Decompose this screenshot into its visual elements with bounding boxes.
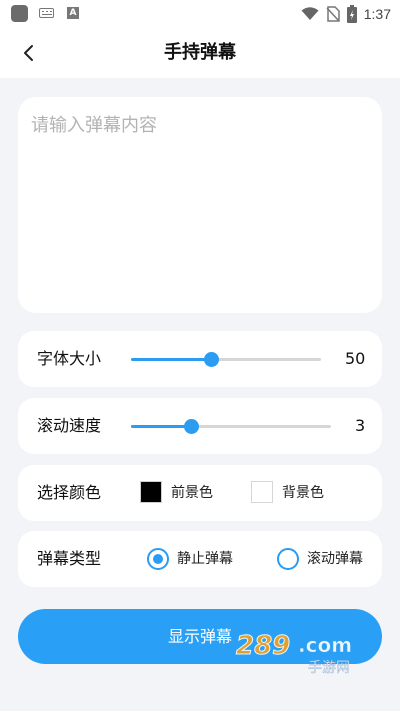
font-size-slider[interactable] [131, 352, 321, 367]
message-input-card [18, 97, 382, 313]
font-size-slider-fill [131, 358, 211, 361]
font-icon: A [67, 7, 79, 19]
keyboard-icon [39, 8, 54, 18]
nav-bar: 手持弹幕 [0, 28, 400, 78]
font-size-label: 字体大小 [37, 349, 102, 368]
message-input[interactable] [18, 97, 382, 313]
scroll-speed-label: 滚动速度 [37, 416, 102, 435]
site-watermark-logo: 289 .com 手游网 [236, 631, 353, 677]
battery-charging-icon [346, 5, 357, 23]
font-size-value: 50 [345, 349, 366, 368]
background-color-label[interactable]: 背景色 [282, 465, 324, 521]
scroll-speed-slider[interactable] [131, 419, 331, 434]
color-row: 选择颜色 前景色 背景色 [18, 465, 382, 521]
page-title: 手持弹幕 [164, 42, 236, 63]
wifi-icon [301, 7, 319, 20]
svg-text:.com: .com [298, 633, 352, 657]
foreground-color-swatch[interactable] [140, 481, 162, 503]
scroll-speed-slider-fill [131, 425, 191, 428]
status-bar: A 1:37 [0, 0, 400, 28]
status-icons: 1:37 [301, 3, 391, 25]
barrage-type-label: 弹幕类型 [37, 549, 102, 568]
background-color-swatch[interactable] [251, 481, 273, 503]
color-label: 选择颜色 [37, 483, 102, 502]
no-sim-icon [326, 6, 340, 22]
status-time: 1:37 [363, 6, 391, 22]
radio-selected-dot [153, 554, 163, 564]
scroll-speed-row: 滚动速度 3 [18, 398, 382, 454]
static-barrage-label[interactable]: 静止弹幕 [177, 531, 233, 587]
font-size-slider-thumb[interactable] [203, 352, 219, 367]
foreground-color-label[interactable]: 前景色 [171, 465, 213, 521]
scrolling-barrage-radio[interactable] [277, 548, 299, 570]
scrolling-barrage-label[interactable]: 滚动弹幕 [307, 531, 363, 587]
svg-text:手游网: 手游网 [308, 660, 350, 676]
app-icon [11, 5, 28, 22]
chevron-left-icon[interactable] [19, 42, 41, 64]
font-size-row: 字体大小 50 [18, 331, 382, 387]
static-barrage-radio[interactable] [147, 548, 169, 570]
scroll-speed-slider-thumb[interactable] [184, 419, 199, 434]
svg-text:289: 289 [236, 631, 290, 661]
scroll-speed-value: 3 [355, 416, 366, 435]
barrage-type-row: 弹幕类型 静止弹幕 滚动弹幕 [18, 531, 382, 587]
